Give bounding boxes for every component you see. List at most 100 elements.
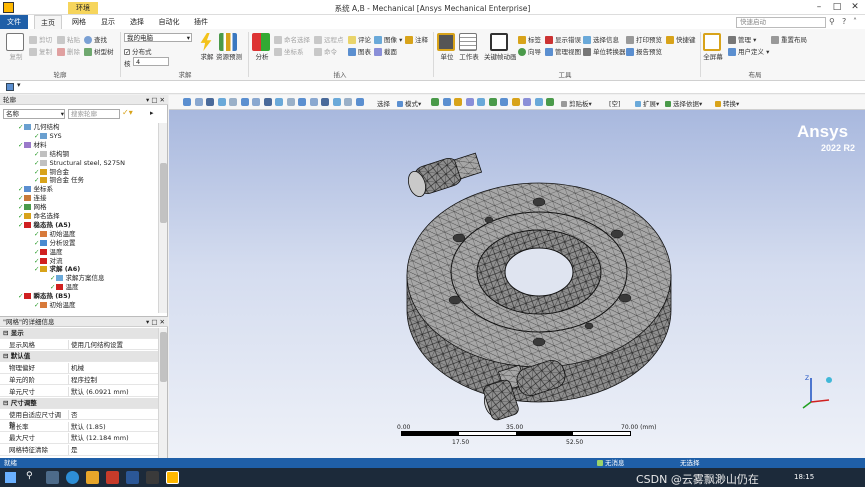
solve-target-select[interactable]: 我的电脑 ▾ [124,33,192,42]
tab-automation[interactable]: 自动化 [153,15,185,29]
node-filter-icon[interactable] [477,98,485,106]
keyframe-animation-button[interactable]: 关键帧动画 [484,33,517,61]
status-messages[interactable]: 无消息 [597,458,625,468]
tree-item[interactable]: ✓ 坐标系 [0,185,53,194]
section-button[interactable]: 截面 [374,46,397,56]
details-row[interactable]: 网格特征清除 是 [0,445,158,456]
previous-view-icon[interactable] [275,98,283,106]
face-filter-icon[interactable] [523,98,531,106]
details-row[interactable]: 单元尺寸 默认 (6.0921 mm) [0,386,158,397]
tree-item[interactable]: ✓ SYS [0,132,62,141]
filter-icon[interactable]: ✓▾ [122,108,133,117]
chart-button[interactable]: 图表 [348,46,371,56]
tags-button[interactable]: 标签 [518,34,541,44]
tree-item[interactable]: ✓ 稳态热 (A5) [0,221,71,230]
tab-display[interactable]: 显示 [95,15,121,29]
tree-item[interactable]: ✓ 瞬态热 (B5) [0,292,71,301]
find-button[interactable]: 查找 [84,34,107,44]
task-view-icon[interactable] [46,471,59,484]
tab-file[interactable]: 文件 [0,15,28,29]
tree-button[interactable]: 树型树 [84,46,114,56]
iso-view-icon[interactable] [206,98,214,106]
box-zoom-icon[interactable] [229,98,237,106]
outline-scroll-thumb[interactable] [160,163,167,223]
tree-item[interactable]: ✓ 分析设置 [0,239,75,248]
analysis-button[interactable]: 分析 [252,33,272,61]
tree-item[interactable]: ✓ Structural steel, S275N [0,159,125,168]
tree-item[interactable]: ✓ 初始温度 [0,301,75,310]
tree-item[interactable]: ✓ 几何结构 [0,123,59,132]
details-row[interactable]: 使用自适应尺寸调整否 [0,409,158,429]
vertex-filter-icon[interactable] [431,98,439,106]
copy-button[interactable]: 复制 [29,46,52,56]
zoom-fit-icon[interactable] [263,98,272,106]
outline-name-filter[interactable]: 名称 ▾ [3,109,65,119]
select-mode-dropdown[interactable]: 模式▾ [397,98,421,108]
details-value[interactable]: 否 [68,409,156,420]
tree-item[interactable]: ✓ 命名选择 [0,212,59,221]
folder-icon[interactable] [86,471,99,484]
named-selection-button[interactable]: 命名选择 [274,34,310,44]
selection-info-button[interactable]: 选择信息 [583,34,619,44]
tree-item[interactable]: ✓ 温度 [0,283,78,292]
full-screen-button[interactable]: 全屏幕 [703,33,723,61]
duplicate-button[interactable]: 复制 [6,33,26,61]
print-preview-button[interactable]: 打印预览 [626,34,662,44]
details-row[interactable]: 显示风格 使用几何结构设置 [0,339,158,351]
paste-button[interactable]: 粘贴 [57,34,80,44]
graphics-viewport[interactable]: Ansys 2022 R2 0.00 35.00 70.00 (mm) 17.5… [169,110,865,458]
outline-search-input[interactable]: 搜索轮廓 [68,109,120,119]
solve-button[interactable]: 求解 [197,33,217,61]
zoom-in-icon[interactable] [183,98,191,106]
show-errors-button[interactable]: 显示错误 [545,34,581,44]
ansys-taskbar-icon[interactable] [166,471,179,484]
details-section[interactable]: ⊟ 默认值 [0,351,158,362]
body-filter-icon[interactable] [465,98,474,106]
details-value[interactable]: 程序控制 [68,374,156,385]
node-filter-icon[interactable] [546,98,554,106]
collapse-ribbon-icon[interactable]: ˄ [853,17,857,26]
worksheet-button[interactable]: 工作表 [459,33,479,61]
tree-item[interactable]: ✓ 温度 [0,248,62,257]
image-button[interactable]: 图像 ▾ [374,34,402,44]
details-value[interactable]: 默认 (1.85) [68,421,156,432]
tree-item[interactable]: ✓ 材料 [0,141,46,150]
element-filter-icon[interactable] [488,98,497,106]
tree-item[interactable]: ✓ 结构钢 [0,150,69,159]
search-icon[interactable]: ⚲ [829,17,835,26]
report-preview-button[interactable]: 报告预览 [626,46,662,56]
pan-icon[interactable] [252,98,260,106]
comment-button[interactable]: 评论 [348,34,371,44]
outline-options-icon[interactable]: ▸ [150,109,154,117]
edge-filter-icon[interactable] [511,98,520,106]
zoom-out-icon[interactable] [194,98,203,106]
minimize-icon[interactable]: – [810,1,828,14]
details-value[interactable]: 默认 (6.0921 mm) [68,386,156,397]
close-icon[interactable]: ✕ [846,1,864,14]
details-section[interactable]: ⊟ 显示 [0,328,158,339]
body-filter-icon[interactable] [534,98,543,106]
tree-item[interactable]: ✓ 连接 [0,194,46,203]
zoom-out-icon[interactable] [309,98,318,106]
details-row[interactable]: 物理偏好 机械 [0,363,158,374]
tree-item[interactable]: ✓ 网格 [0,203,46,212]
app-icon[interactable] [106,471,119,484]
annotation-button[interactable]: 注释 [405,34,428,44]
manage-layout-button[interactable]: 管理 ▾ [728,34,756,44]
tab-home[interactable]: 主页 [34,15,62,29]
clipboard-dropdown[interactable]: 剪贴板▾ [561,98,592,108]
zoom-in-icon[interactable] [298,98,306,106]
edge-filter-icon[interactable] [442,98,451,106]
details-value[interactable]: 是 [68,445,156,455]
tab-mesh[interactable]: 网格 [66,15,92,29]
word-icon[interactable] [126,471,139,484]
windows-start-icon[interactable] [5,472,16,483]
details-value[interactable]: 机械 [68,363,156,374]
panel-controls-icon[interactable]: ▾ □ ✕ [146,317,165,327]
remote-point-button[interactable]: 远程点 [314,34,344,44]
box-zoom-icon[interactable] [344,98,352,106]
tab-addins[interactable]: 插件 [188,15,214,29]
help-icon[interactable]: ? [842,17,846,26]
face-filter-icon[interactable] [454,98,462,106]
details-value[interactable]: 默认 (12.184 mm) [68,433,156,444]
